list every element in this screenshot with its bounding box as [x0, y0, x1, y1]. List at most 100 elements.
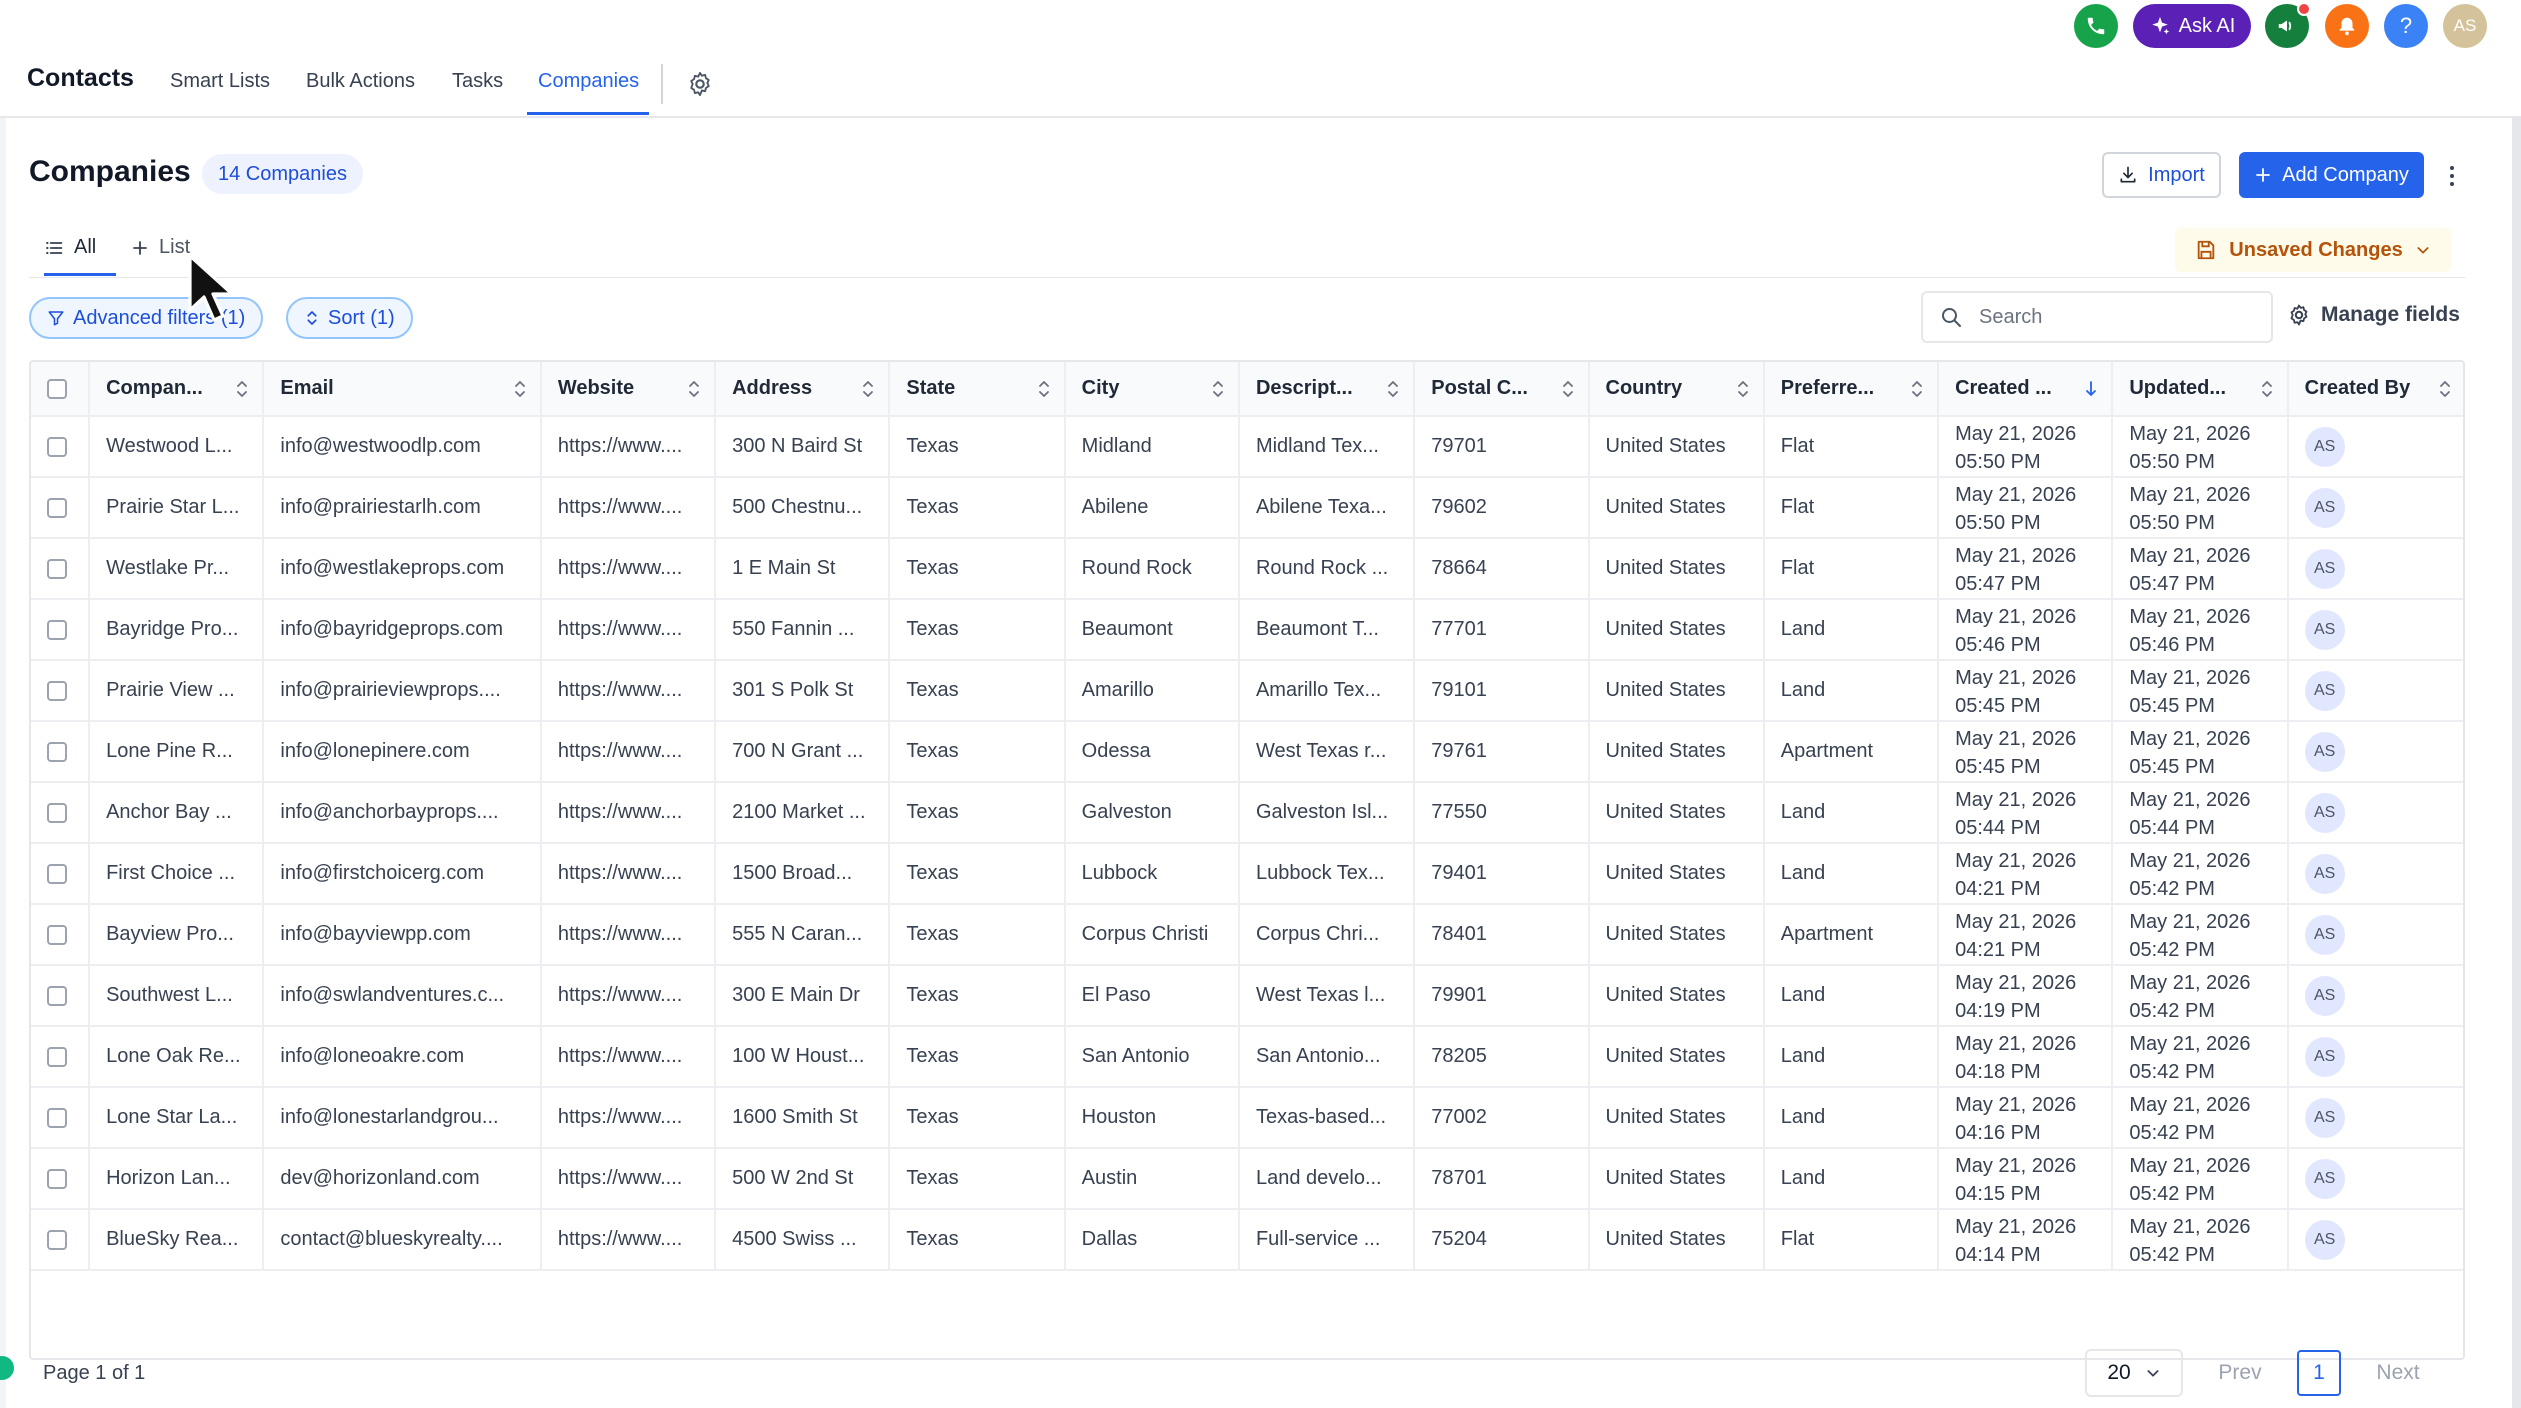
row-checkbox[interactable] — [47, 1229, 67, 1250]
email-cell[interactable]: info@prairiestarlh.com — [263, 477, 542, 539]
row-checkbox[interactable] — [47, 436, 67, 457]
announcements-button[interactable] — [2265, 2, 2311, 48]
row-checkbox[interactable] — [47, 619, 67, 640]
creator-avatar[interactable]: AS — [2304, 670, 2345, 711]
tab-smart-lists[interactable]: Smart Lists — [170, 70, 270, 93]
column-header[interactable]: Country — [1588, 362, 1765, 417]
email-cell[interactable]: dev@horizonland.com — [263, 1148, 542, 1210]
creator-avatar[interactable]: AS — [2304, 792, 2345, 833]
website-cell[interactable]: https://www.... — [540, 477, 717, 539]
creator-avatar[interactable]: AS — [2304, 487, 2345, 528]
sort-icon[interactable] — [514, 380, 526, 398]
table-row[interactable]: Bayview Pro... info@bayviewpp.com https://… — [31, 904, 2463, 966]
row-checkbox[interactable] — [47, 741, 67, 762]
settings-gear-icon[interactable] — [686, 70, 714, 98]
column-header[interactable]: Updated... — [2112, 362, 2289, 417]
table-row[interactable]: BlueSky Rea... contact@blueskyrealty.... h… — [31, 1209, 2463, 1271]
column-header[interactable]: State — [889, 362, 1066, 417]
row-checkbox[interactable] — [47, 863, 67, 884]
company-name-cell[interactable]: Horizon Lan... — [89, 1148, 265, 1210]
scrollbar-track[interactable] — [2512, 0, 2521, 1408]
website-cell[interactable]: https://www.... — [540, 1209, 717, 1271]
website-cell[interactable]: https://www.... — [540, 599, 717, 661]
website-cell[interactable]: https://www.... — [540, 660, 717, 722]
sort-icon[interactable] — [862, 380, 874, 398]
email-cell[interactable]: info@bayridgeprops.com — [263, 599, 542, 661]
sort-icon[interactable] — [2261, 380, 2273, 398]
website-cell[interactable]: https://www.... — [540, 1087, 717, 1149]
company-name-cell[interactable]: BlueSky Rea... — [89, 1209, 265, 1271]
email-cell[interactable]: info@anchorbayprops.... — [263, 782, 542, 844]
creator-avatar[interactable]: AS — [2304, 731, 2345, 772]
tab-tasks[interactable]: Tasks — [452, 70, 503, 93]
column-header[interactable]: Created ... — [1938, 362, 2114, 417]
table-row[interactable]: Lone Star La... info@lonestarlandgrou... h… — [31, 1087, 2463, 1149]
website-cell[interactable]: https://www.... — [540, 1026, 717, 1088]
ask-ai-button[interactable]: Ask AI — [2133, 4, 2251, 48]
email-cell[interactable]: info@lonepinere.com — [263, 721, 542, 783]
row-checkbox[interactable] — [47, 985, 67, 1006]
email-cell[interactable]: info@westwoodlp.com — [263, 416, 542, 478]
table-row[interactable]: Lone Pine R... info@lonepinere.com https:/… — [31, 721, 2463, 783]
notifications-button[interactable] — [2325, 4, 2369, 48]
table-row[interactable]: Prairie View ... info@prairieviewprops...… — [31, 660, 2463, 722]
help-button[interactable]: ? — [2384, 4, 2428, 48]
table-row[interactable]: Prairie Star L... info@prairiestarlh.com h… — [31, 477, 2463, 539]
sort-icon[interactable] — [1212, 380, 1224, 398]
view-tab-all[interactable]: All — [44, 236, 96, 259]
table-row[interactable]: First Choice ... info@firstchoicerg.com ht… — [31, 843, 2463, 905]
creator-avatar[interactable]: AS — [2304, 1036, 2345, 1077]
email-cell[interactable]: info@bayviewpp.com — [263, 904, 542, 966]
table-row[interactable]: Westlake Pr... info@westlakeprops.com http… — [31, 538, 2463, 600]
manage-fields-button[interactable]: Manage fields — [2287, 303, 2460, 327]
email-cell[interactable]: info@swlandventures.c... — [263, 965, 542, 1027]
company-name-cell[interactable]: Southwest L... — [89, 965, 265, 1027]
creator-avatar[interactable]: AS — [2304, 548, 2345, 589]
creator-avatar[interactable]: AS — [2304, 914, 2345, 955]
website-cell[interactable]: https://www.... — [540, 782, 717, 844]
row-checkbox[interactable] — [47, 1107, 67, 1128]
creator-avatar[interactable]: AS — [2304, 426, 2345, 467]
company-name-cell[interactable]: Lone Pine R... — [89, 721, 265, 783]
sort-icon[interactable] — [1387, 380, 1399, 398]
email-cell[interactable]: contact@blueskyrealty.... — [263, 1209, 542, 1271]
more-options-icon[interactable] — [2440, 158, 2464, 194]
creator-avatar[interactable]: AS — [2304, 853, 2345, 894]
phone-button[interactable] — [2074, 4, 2118, 48]
unsaved-changes-dropdown[interactable]: Unsaved Changes — [2175, 228, 2451, 272]
column-header[interactable]: Website — [540, 362, 717, 417]
row-checkbox[interactable] — [47, 558, 67, 579]
creator-avatar[interactable]: AS — [2304, 1097, 2345, 1138]
column-header[interactable]: Compan... — [89, 362, 265, 417]
prev-page-button[interactable]: Prev — [2204, 1349, 2276, 1397]
email-cell[interactable]: info@loneoakre.com — [263, 1026, 542, 1088]
column-header[interactable]: Created By — [2287, 362, 2463, 417]
search-input[interactable] — [1979, 305, 2239, 329]
column-header[interactable]: City — [1064, 362, 1240, 417]
email-cell[interactable]: info@firstchoicerg.com — [263, 843, 542, 905]
company-name-cell[interactable]: Bayview Pro... — [89, 904, 265, 966]
column-header[interactable]: Address — [715, 362, 891, 417]
website-cell[interactable]: https://www.... — [540, 843, 717, 905]
sort-icon[interactable] — [688, 380, 700, 398]
page-size-select[interactable]: 20 — [2085, 1349, 2183, 1397]
table-row[interactable]: Southwest L... info@swlandventures.c... ht… — [31, 965, 2463, 1027]
company-name-cell[interactable]: Prairie Star L... — [89, 477, 265, 539]
company-name-cell[interactable]: First Choice ... — [89, 843, 265, 905]
website-cell[interactable]: https://www.... — [540, 1148, 717, 1210]
company-name-cell[interactable]: Lone Oak Re... — [89, 1026, 265, 1088]
sort-icon[interactable] — [2439, 380, 2451, 398]
table-row[interactable]: Westwood L... info@westwoodlp.com https://… — [31, 416, 2463, 478]
website-cell[interactable]: https://www.... — [540, 721, 717, 783]
company-name-cell[interactable]: Prairie View ... — [89, 660, 265, 722]
sort-icon[interactable] — [1737, 380, 1749, 398]
sort-descending-icon[interactable] — [2085, 380, 2097, 398]
add-list-button[interactable]: List — [131, 236, 190, 259]
website-cell[interactable]: https://www.... — [540, 538, 717, 600]
creator-avatar[interactable]: AS — [2304, 1158, 2345, 1199]
column-header[interactable]: Preferre... — [1763, 362, 1940, 417]
search-field[interactable] — [1921, 291, 2273, 343]
next-page-button[interactable]: Next — [2362, 1349, 2434, 1397]
table-row[interactable]: Bayridge Pro... info@bayridgeprops.com htt… — [31, 599, 2463, 661]
creator-avatar[interactable]: AS — [2304, 609, 2345, 650]
